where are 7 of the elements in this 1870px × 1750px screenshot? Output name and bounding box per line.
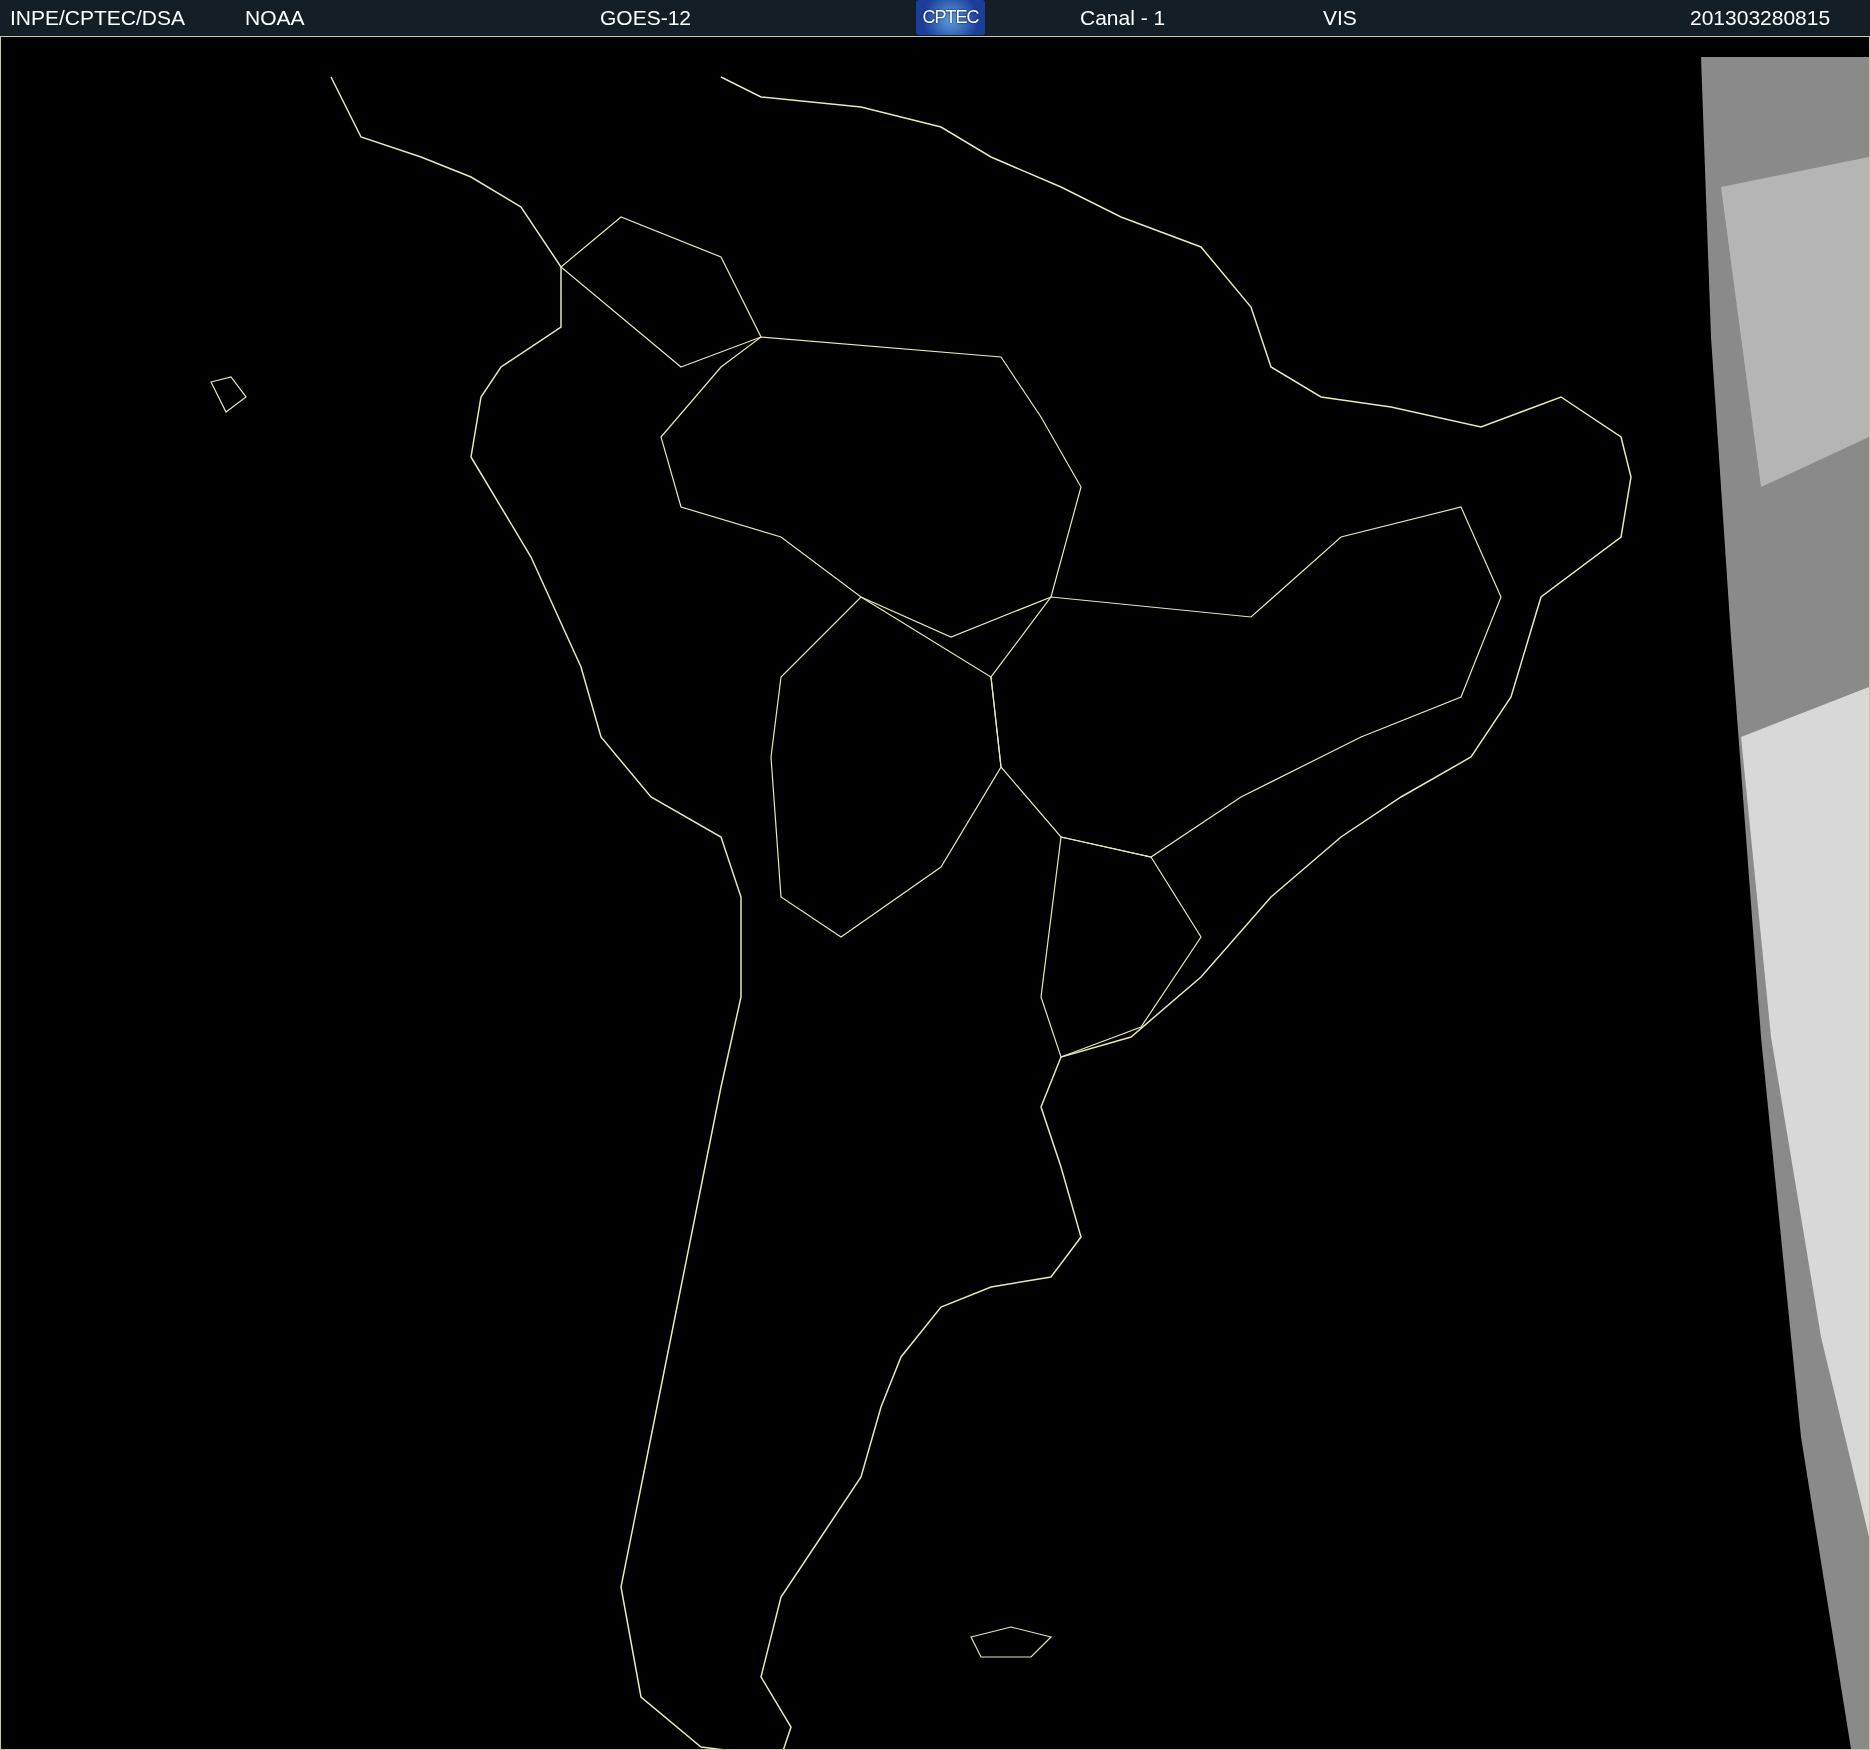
- header-label: Canal - 1: [1080, 6, 1166, 30]
- header-label: 201303280815: [1690, 6, 1831, 30]
- header-label: VIS: [1323, 6, 1357, 30]
- logo: CPTEC: [916, 0, 985, 35]
- header-label: INPE/CPTEC/DSA: [10, 6, 186, 30]
- header-label: GOES-12: [600, 6, 692, 30]
- header-label: NOAA: [245, 6, 305, 30]
